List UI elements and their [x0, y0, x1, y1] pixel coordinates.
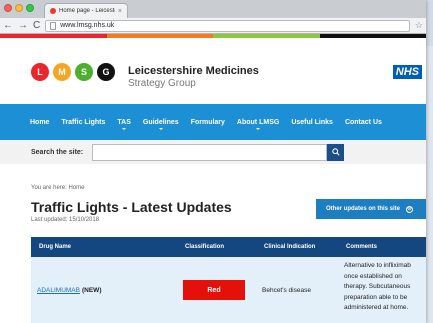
logo-circle-l: L [31, 63, 49, 81]
classification-cell: Red [177, 257, 256, 323]
nav-item-contact-us[interactable]: Contact Us [345, 119, 382, 126]
comments-cell: Alternative to infliximab once establish… [344, 262, 411, 311]
logo-circle-m: M [53, 63, 71, 81]
caret-down-icon [158, 127, 163, 130]
bookmark-star-icon[interactable]: ☆ [415, 20, 423, 31]
caret-down-icon [256, 127, 261, 130]
last-updated: Last updated: 15/10/2018 [31, 217, 100, 223]
nav-item-label: Traffic Lights [61, 118, 106, 126]
page-title: Traffic Lights - Latest Updates [31, 199, 232, 215]
logo-circle-s: S [75, 63, 93, 81]
breadcrumb: You are here: Home [31, 185, 85, 191]
search-icon [331, 148, 340, 156]
other-updates-button[interactable]: Other updates on this site ⊙ [316, 199, 426, 219]
indication-cell: Behcet's disease [262, 286, 311, 294]
org-title: Leicestershire Medicines [128, 65, 259, 77]
tab-title: Home page - Leicestersh [59, 8, 115, 14]
drug-cell: ADALIMUMAB (NEW) [31, 257, 177, 323]
close-window-button[interactable] [4, 4, 12, 12]
main-nav: Home Traffic Lights TAS Guidelines Formulary… [0, 104, 426, 140]
table-row: ADALIMUMAB (NEW) Red Behcet's disease Al… [31, 257, 426, 323]
forward-icon[interactable]: → [18, 20, 28, 31]
site-header: LMSG Leicestershire Medicines Strategy G… [0, 38, 426, 104]
search-button[interactable] [327, 143, 344, 161]
table-header: Drug Name Classification Clinical Indica… [31, 237, 426, 257]
minimize-window-button[interactable] [15, 4, 23, 12]
new-tag: (NEW) [81, 286, 102, 294]
nav-item-label: About LMSG [236, 118, 280, 126]
org-subtitle: Strategy Group [128, 78, 196, 89]
nav-item-label: Formulary [190, 118, 225, 126]
nhs-logo: NHS [392, 65, 422, 79]
nav-item-guidelines[interactable]: Guidelines [142, 118, 179, 130]
other-updates-label: Other updates on this site [326, 206, 401, 212]
search-input[interactable] [92, 143, 327, 161]
drug-link[interactable]: ADALIMUMAB [37, 287, 80, 294]
reload-icon[interactable]: C [33, 20, 40, 31]
updates-table: Drug Name Classification Clinical Indica… [31, 237, 426, 323]
header-comments: Comments [346, 244, 378, 250]
nav-item-formulary[interactable]: Formulary [191, 119, 225, 126]
browser-toolbar: ← → C www.lmsg.nhs.uk ☆ [0, 18, 426, 34]
tab-bar: Home page - Leicestersh × [0, 0, 426, 18]
nav-item-tas[interactable]: TAS [117, 118, 131, 130]
nav-item-useful-links[interactable]: Useful Links [291, 119, 333, 126]
circle-arrow-icon: ⊙ [406, 205, 414, 213]
address-bar[interactable]: www.lmsg.nhs.uk [45, 19, 410, 32]
nav-item-label: TAS [117, 118, 131, 126]
browser-window: Home page - Leicestersh × ← → C www.lmsg… [0, 0, 426, 323]
logo-circle-g: G [97, 63, 115, 81]
nav-item-label: Contact Us [344, 118, 382, 126]
nav-item-label: Home [30, 118, 50, 126]
nav-item-about-lmsg[interactable]: About LMSG [236, 118, 280, 130]
back-icon[interactable]: ← [3, 20, 13, 31]
favicon-icon [50, 8, 56, 14]
nav-item-home[interactable]: Home [30, 119, 49, 126]
classification-badge: Red [183, 280, 245, 300]
header-clinical-indication: Clinical Indication [264, 244, 316, 250]
zoom-window-button[interactable] [26, 4, 34, 12]
nav-item-label: Useful Links [291, 118, 333, 126]
page-icon [50, 21, 57, 30]
header-classification: Classification [185, 244, 225, 250]
search-bar: Search the site: [0, 140, 426, 164]
header-drug-name: Drug Name [39, 244, 72, 250]
caret-down-icon [122, 127, 127, 130]
url-text: www.lmsg.nhs.uk [60, 22, 115, 29]
browser-tab[interactable]: Home page - Leicestersh × [44, 3, 128, 18]
nav-item-label: Guidelines [142, 118, 179, 126]
lmsg-logo[interactable]: LMSG [31, 63, 115, 81]
tab-close-icon[interactable]: × [118, 8, 122, 15]
search-label: Search the site: [31, 148, 84, 156]
window-controls [4, 4, 34, 12]
nav-item-traffic-lights[interactable]: Traffic Lights [61, 119, 105, 126]
